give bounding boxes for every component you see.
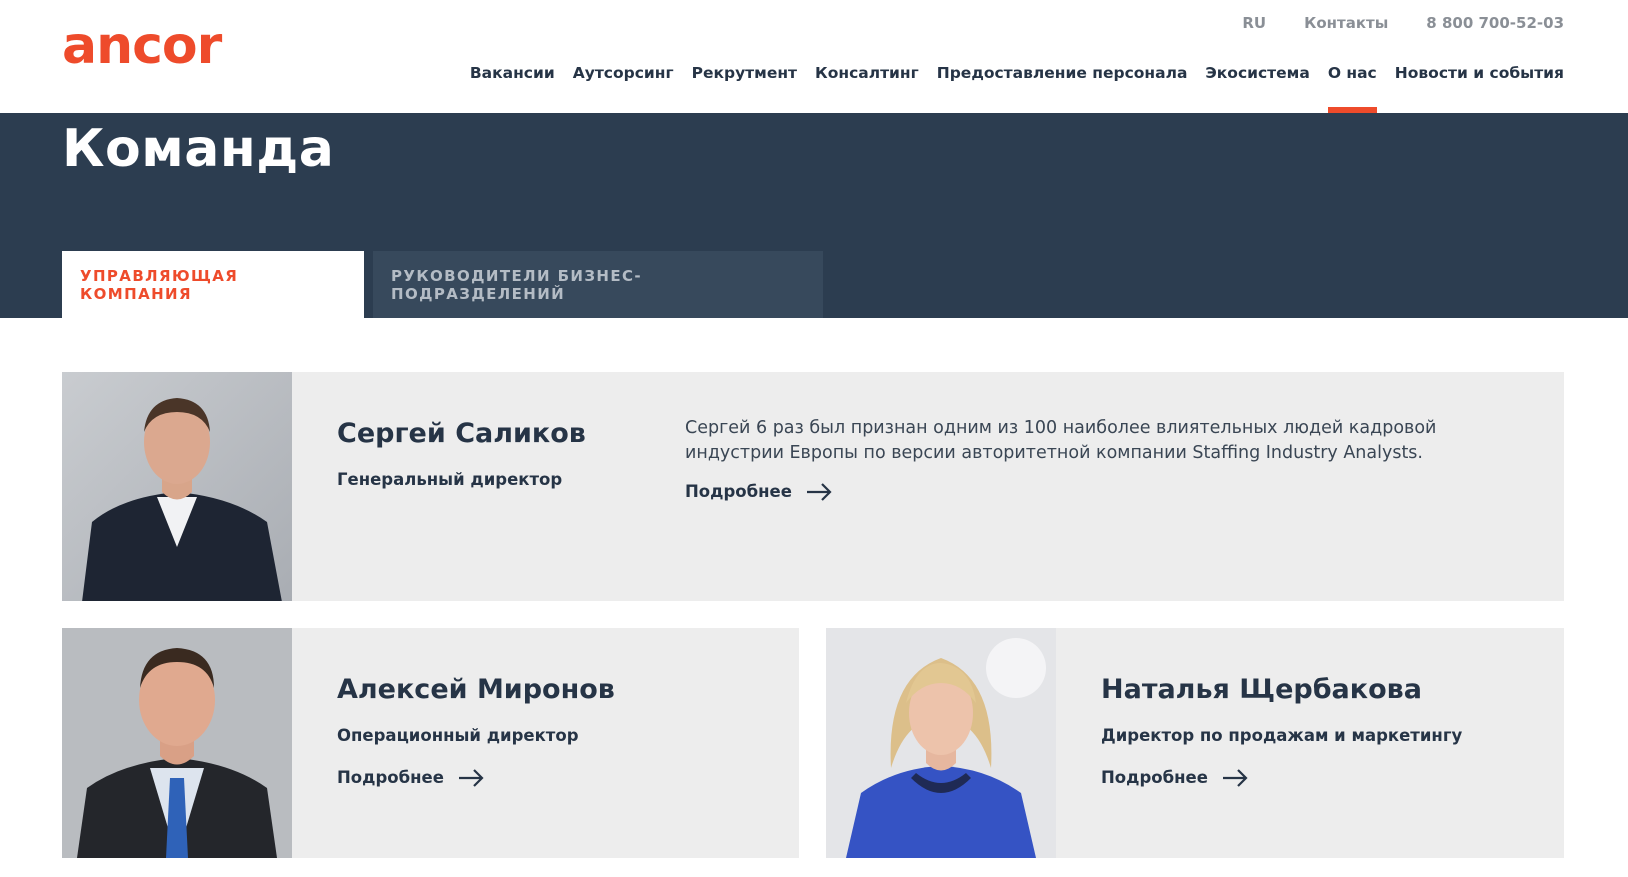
contacts-link[interactable]: Контакты (1304, 14, 1388, 32)
nav-item-consulting[interactable]: Консалтинг (806, 63, 928, 113)
nav-item-recruitment[interactable]: Рекрутмент (683, 63, 806, 113)
portrait-photo (62, 372, 292, 601)
page-title: Команда (62, 119, 335, 179)
language-switcher[interactable]: RU (1242, 14, 1266, 32)
portrait-man-tie-image (62, 628, 292, 858)
portrait-man-suit-image (62, 372, 292, 601)
top-utility-bar: RU Контакты 8 800 700-52-03 (1242, 14, 1564, 32)
nav-item-vacancies[interactable]: Вакансии (461, 63, 564, 113)
ancor-logo[interactable]: ancor (62, 20, 222, 72)
person-role: Генеральный директор (337, 470, 563, 489)
portrait-woman-image (826, 628, 1056, 858)
arrow-right-icon (458, 768, 484, 787)
tab-business-unit-heads[interactable]: РУКОВОДИТЕЛИ БИЗНЕС-ПОДРАЗДЕЛЕНИЙ (373, 251, 823, 318)
nav-item-ecosystem[interactable]: Экосистема (1196, 63, 1318, 113)
team-card-scherbakova: Наталья Щербакова Директор по продажам и… (826, 628, 1564, 858)
hero-banner: Команда УПРАВЛЯЮЩАЯ КОМПАНИЯ РУКОВОДИТЕЛ… (0, 113, 1628, 318)
team-card-mironov: Алексей Миронов Операционный директор По… (62, 628, 799, 858)
arrow-right-icon (1222, 768, 1248, 787)
portrait-photo (826, 628, 1056, 858)
more-link-label: Подробнее (685, 482, 792, 501)
person-role: Директор по продажам и маркетингу (1101, 726, 1463, 745)
phone-link[interactable]: 8 800 700-52-03 (1426, 14, 1564, 32)
nav-item-outsourcing[interactable]: Аутсорсинг (564, 63, 683, 113)
more-link[interactable]: Подробнее (337, 768, 484, 787)
nav-item-about[interactable]: О нас (1319, 63, 1386, 113)
nav-item-news[interactable]: Новости и события (1386, 63, 1564, 113)
site-header: ancor RU Контакты 8 800 700-52-03 Ваканс… (0, 0, 1628, 113)
person-role: Операционный директор (337, 726, 579, 745)
person-description: Сергей 6 раз был признан одним из 100 на… (685, 418, 1437, 463)
person-name: Сергей Саликов (337, 418, 586, 449)
nav-item-staffing[interactable]: Предоставление персонала (928, 63, 1197, 113)
more-link[interactable]: Подробнее (1101, 768, 1248, 787)
team-tabs: УПРАВЛЯЮЩАЯ КОМПАНИЯ РУКОВОДИТЕЛИ БИЗНЕС… (62, 251, 823, 318)
arrow-right-icon (806, 482, 832, 501)
more-link-label: Подробнее (1101, 768, 1208, 787)
more-link[interactable]: Подробнее (685, 482, 832, 501)
person-name: Наталья Щербакова (1101, 674, 1422, 705)
more-link-label: Подробнее (337, 768, 444, 787)
person-name: Алексей Миронов (337, 674, 615, 705)
team-card-salikov: Сергей Саликов Генеральный директор Серг… (62, 372, 1564, 601)
main-nav: Вакансии Аутсорсинг Рекрутмент Консалтин… (461, 63, 1564, 113)
portrait-photo (62, 628, 292, 858)
tab-management-company[interactable]: УПРАВЛЯЮЩАЯ КОМПАНИЯ (62, 251, 364, 318)
